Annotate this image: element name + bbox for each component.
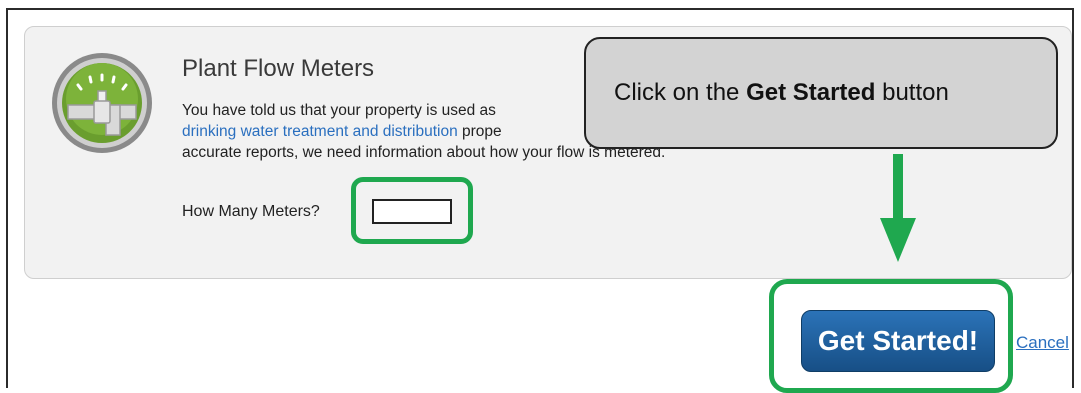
pipe-gauge-icon — [52, 53, 152, 153]
description-text-cont: prope — [457, 123, 502, 140]
callout-bold: Get Started — [746, 79, 876, 106]
input-highlight — [351, 177, 473, 244]
down-arrow-icon — [880, 154, 916, 262]
panel-title: Plant Flow Meters — [182, 55, 375, 82]
property-type-link[interactable]: drinking water treatment and distributio… — [182, 123, 458, 140]
callout-text: Click on the Get Started button — [614, 79, 949, 107]
callout-prefix: Click on the — [614, 79, 747, 106]
instruction-callout: Click on the Get Started button — [584, 37, 1058, 149]
description-text: You have told us that your property is u… — [182, 102, 496, 119]
callout-suffix: button — [875, 79, 949, 106]
how-many-meters-label: How Many Meters? — [182, 203, 320, 220]
get-started-button[interactable]: Get Started! — [801, 310, 995, 372]
cancel-link[interactable]: Cancel — [1016, 333, 1069, 353]
